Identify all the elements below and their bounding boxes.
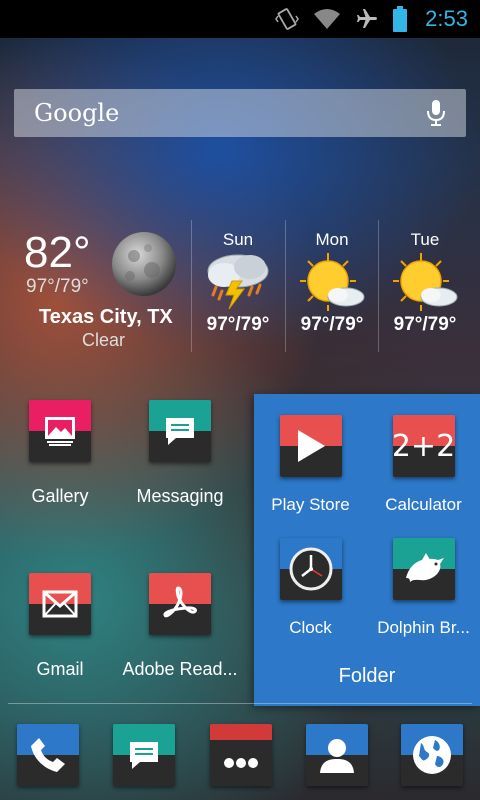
dock-divider (8, 703, 472, 704)
forecast-day-name: Mon (315, 230, 349, 249)
contacts-icon[interactable] (306, 724, 368, 786)
app-label: Adobe Read... (122, 659, 238, 679)
sun-cloud-icon (286, 250, 378, 314)
app-dolphin-browser[interactable]: Dolphin Br... (367, 538, 480, 638)
open-folder[interactable]: Play Store 2+2 Calculator Clock Dolphin … (254, 394, 480, 706)
app-label: Messaging (136, 486, 224, 506)
sun-cloud-icon (379, 250, 471, 314)
gmail-icon (29, 573, 91, 635)
calculator-icon: 2+2 (392, 415, 455, 477)
forecast-day: Mon 97°/79° (286, 220, 378, 336)
forecast-day-name: Sun (222, 230, 254, 249)
weather-city: Texas City, TX (39, 306, 173, 328)
google-logo: Google (34, 99, 120, 127)
app-calculator[interactable]: 2+2 Calculator (367, 415, 480, 515)
messaging-icon (149, 400, 211, 462)
app-gallery[interactable]: Gallery (0, 400, 120, 507)
app-label: Calculator (385, 495, 462, 514)
moon-icon (110, 230, 178, 303)
browser-icon[interactable] (401, 724, 463, 786)
forecast-day-name: Tue (410, 230, 440, 249)
battery-icon (393, 6, 408, 32)
microphone-icon[interactable] (426, 99, 446, 132)
app-drawer-icon[interactable] (210, 724, 272, 786)
app-label: Gallery (31, 486, 89, 506)
app-label: Play Store (271, 495, 350, 514)
app-adobe-reader[interactable]: Adobe Read... (120, 573, 240, 680)
weather-condition: Clear (82, 330, 126, 350)
phone-icon[interactable] (17, 724, 79, 786)
current-temperature: 82° (24, 228, 91, 277)
forecast-range: 97°/79° (300, 314, 364, 335)
app-play-store[interactable]: Play Store (254, 415, 367, 515)
adobe-reader-icon (149, 573, 211, 635)
current-temperature-range: 97°/79° (26, 276, 89, 297)
app-gmail[interactable]: Gmail (0, 573, 120, 680)
weather-widget[interactable]: 82° 97°/79° Texas City, TX Clear Sun 97°… (0, 220, 480, 355)
app-label: Dolphin Br... (377, 618, 470, 637)
forecast-day: Tue 97°/79° (379, 220, 471, 336)
app-clock[interactable]: Clock (254, 538, 367, 638)
gallery-icon (29, 400, 91, 462)
google-search-bar[interactable]: Google (14, 89, 466, 137)
status-bar: 2:53 (0, 0, 480, 38)
app-label: Gmail (36, 659, 84, 679)
app-messaging[interactable]: Messaging (120, 400, 240, 507)
wifi-icon (313, 8, 341, 30)
forecast-range: 97°/79° (393, 314, 457, 335)
dolphin-icon (392, 538, 455, 600)
clock-time: 2:53 (425, 6, 468, 31)
play-store-icon (279, 415, 342, 477)
clock-icon (279, 538, 342, 600)
app-label: Clock (289, 618, 332, 637)
folder-name[interactable]: Folder (254, 665, 480, 688)
forecast-range: 97°/79° (206, 314, 270, 335)
airplane-mode-icon (355, 7, 379, 31)
thunderstorm-icon (192, 250, 284, 314)
vibrate-icon (275, 7, 300, 31)
forecast-day: Sun 97°/79° (192, 220, 284, 336)
messaging-icon[interactable] (113, 724, 175, 786)
